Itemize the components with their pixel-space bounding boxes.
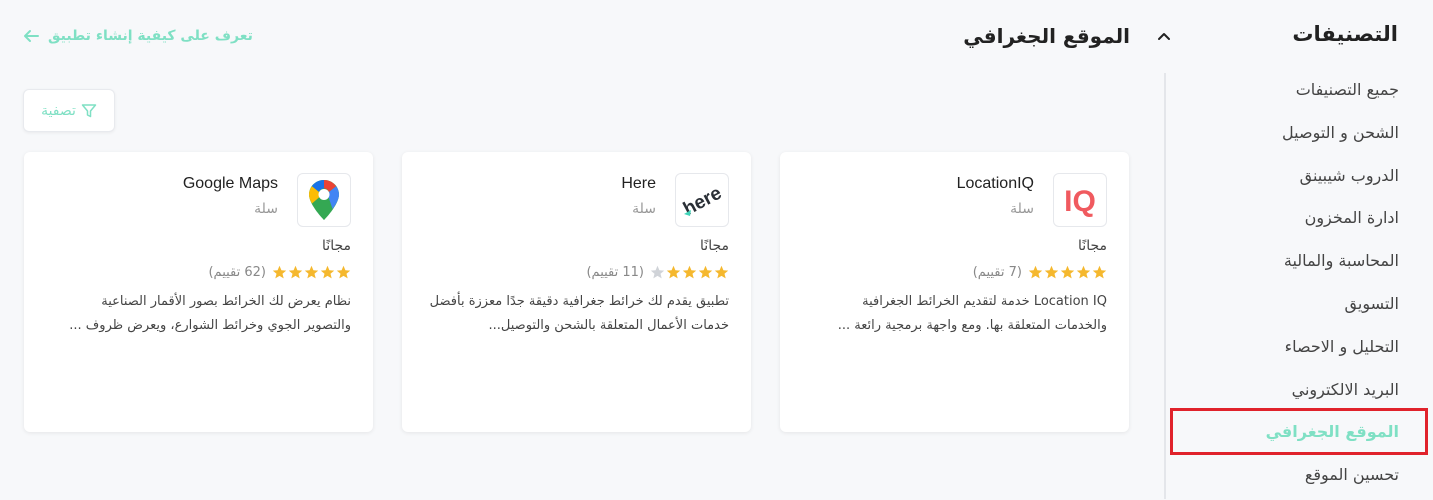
filter-button[interactable]: تصفية — [23, 89, 115, 132]
app-logo: IQ — [1053, 173, 1107, 227]
filter-icon — [81, 103, 97, 117]
sidebar-item-analytics[interactable]: التحليل و الاحصاء — [1149, 329, 1399, 372]
locationiq-logo-icon: IQ — [1064, 185, 1096, 217]
app-vendor: سلة — [632, 201, 656, 217]
star-filled-icon — [714, 265, 729, 279]
star-filled-icon — [1044, 265, 1059, 279]
sidebar-item-accounting[interactable]: المحاسبة والمالية — [1149, 243, 1399, 286]
star-filled-icon — [698, 265, 713, 279]
app-card-here[interactable]: here Here سلة مجانًا (11 تقييم) تطبيق يق… — [402, 152, 751, 432]
star-filled-icon — [1092, 265, 1107, 279]
app-vendor: سلة — [1010, 201, 1034, 217]
sidebar-item-shipping[interactable]: الشحن و التوصيل — [1149, 115, 1399, 158]
app-name: LocationIQ — [956, 175, 1034, 192]
star-rating — [1028, 265, 1107, 280]
here-logo-icon: here — [680, 183, 725, 220]
app-name: Here — [621, 175, 656, 192]
filter-label: تصفية — [41, 102, 76, 119]
rating-row: (11 تقييم) — [586, 265, 729, 280]
sidebar-item-marketing[interactable]: التسويق — [1149, 286, 1399, 329]
rating-count: (7 تقييم) — [972, 265, 1022, 280]
rating-count: (62 تقييم) — [208, 265, 266, 280]
rating-row: (7 تقييم) — [973, 265, 1107, 280]
sidebar-item-inventory[interactable]: ادارة المخزون — [1149, 200, 1399, 243]
star-filled-icon — [1076, 265, 1091, 279]
star-filled-icon — [288, 265, 303, 279]
star-empty-icon — [650, 265, 665, 279]
star-filled-icon — [1028, 265, 1043, 279]
app-vendor: سلة — [254, 201, 278, 217]
sidebar-item-dropshipping[interactable]: الدروب شيبينق — [1149, 158, 1399, 201]
star-filled-icon — [336, 265, 351, 279]
app-description: نظام يعرض لك الخرائط بصور الأقمار الصناع… — [69, 294, 351, 333]
active-item-highlight — [1170, 408, 1428, 455]
app-name: Google Maps — [182, 175, 278, 192]
star-filled-icon — [320, 265, 335, 279]
sidebar-title: التصنيفات — [1292, 22, 1398, 46]
chevron-up-icon[interactable] — [1155, 27, 1173, 45]
sidebar-item-all[interactable]: جميع التصنيفات — [1149, 72, 1399, 115]
svg-text:IQ: IQ — [1064, 185, 1096, 217]
star-rating — [650, 265, 729, 280]
star-rating — [272, 265, 351, 280]
sidebar-item-seo[interactable]: تحسين الموقع — [1149, 457, 1399, 500]
star-filled-icon — [272, 265, 287, 279]
rating-count: (11 تقييم) — [586, 265, 644, 280]
app-logo — [297, 173, 351, 227]
star-filled-icon — [666, 265, 681, 279]
star-filled-icon — [1060, 265, 1075, 279]
learn-link-label: تعرف على كيفية إنشاء تطبيق — [48, 28, 253, 44]
page-title: الموقع الجغرافي — [963, 24, 1130, 48]
app-card-google-maps[interactable]: Google Maps سلة مجانًا (62 تقييم) نظام ي… — [24, 152, 373, 432]
app-price: مجانًا — [700, 238, 729, 254]
app-description: تطبيق يقدم لك خرائط جغرافية دقيقة جدًا م… — [429, 294, 729, 333]
rating-row: (62 تقييم) — [208, 265, 351, 280]
star-filled-icon — [682, 265, 697, 279]
app-price: مجانًا — [1078, 238, 1107, 254]
app-card-locationiq[interactable]: IQ LocationIQ سلة مجانًا (7 تقييم) Locat… — [780, 152, 1129, 432]
app-description: Location IQ خدمة لتقديم الخرائط الجغرافي… — [837, 294, 1107, 333]
star-filled-icon — [304, 265, 319, 279]
google-maps-logo-icon — [309, 180, 339, 220]
arrow-left-icon — [24, 30, 39, 42]
learn-create-app-link[interactable]: تعرف على كيفية إنشاء تطبيق — [22, 28, 253, 44]
app-price: مجانًا — [322, 238, 351, 254]
app-logo: here — [675, 173, 729, 227]
